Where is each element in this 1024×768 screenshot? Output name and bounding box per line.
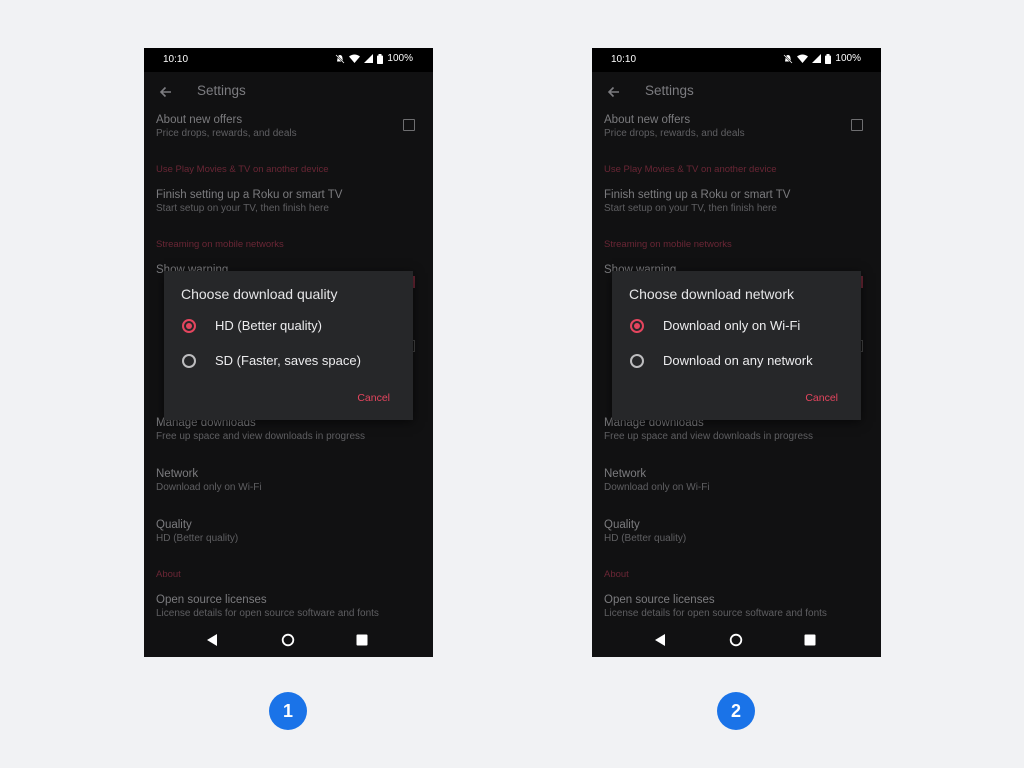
setting-quality[interactable]: Quality HD (Better quality) <box>156 518 396 545</box>
setting-roku[interactable]: Finish setting up a Roku or smart TV Sta… <box>156 188 396 215</box>
wifi-icon <box>349 54 361 63</box>
setting-title: Quality <box>604 519 640 531</box>
setting-subtitle: Download only on Wi-Fi <box>604 482 710 493</box>
setting-title: About new offers <box>156 114 243 126</box>
setting-network[interactable]: Network Download only on Wi-Fi <box>156 467 396 494</box>
setting-subtitle: Price drops, rewards, and deals <box>156 128 297 139</box>
setting-manage-downloads[interactable]: Manage downloads Free up space and view … <box>156 416 396 443</box>
setting-network[interactable]: Network Download only on Wi-Fi <box>604 467 844 494</box>
back-nav-icon[interactable] <box>204 632 220 648</box>
battery-percent: 100% <box>387 53 413 64</box>
setting-manage-downloads[interactable]: Manage downloads Free up space and view … <box>604 416 844 443</box>
home-nav-icon[interactable] <box>280 632 296 648</box>
arrow-back-icon[interactable] <box>604 82 624 102</box>
offers-checkbox[interactable] <box>403 119 415 131</box>
setting-about-offers[interactable]: About new offers Price drops, rewards, a… <box>604 113 844 140</box>
section-header-streaming: Streaming on mobile networks <box>156 239 284 250</box>
setting-title: Open source licenses <box>156 594 267 606</box>
section-header-about: About <box>604 569 629 580</box>
setting-subtitle: HD (Better quality) <box>604 533 687 544</box>
offers-checkbox[interactable] <box>851 119 863 131</box>
radio-option-hd[interactable]: HD (Better quality) <box>182 318 322 333</box>
section-header-device: Use Play Movies & TV on another device <box>156 164 329 175</box>
section-header-device: Use Play Movies & TV on another device <box>604 164 777 175</box>
setting-roku[interactable]: Finish setting up a Roku or smart TV Sta… <box>604 188 844 215</box>
back-nav-icon[interactable] <box>652 632 668 648</box>
radio-button[interactable] <box>182 353 196 368</box>
setting-quality[interactable]: Quality HD (Better quality) <box>604 518 844 545</box>
battery-percent: 100% <box>835 53 861 64</box>
status-icons: 100% <box>335 53 413 64</box>
radio-option-wifi-only[interactable]: Download only on Wi-Fi <box>630 318 800 333</box>
cell-signal-icon <box>364 54 374 63</box>
radio-option-sd[interactable]: SD (Faster, saves space) <box>182 353 361 368</box>
status-icons: 100% <box>783 53 861 64</box>
dialog-title: Choose download network <box>629 286 794 302</box>
status-time: 10:10 <box>163 54 189 65</box>
notifications-off-icon <box>783 53 793 64</box>
arrow-back-icon[interactable] <box>156 82 176 102</box>
dialog-title: Choose download quality <box>181 286 338 302</box>
home-nav-icon[interactable] <box>728 632 744 648</box>
notifications-off-icon <box>335 53 345 64</box>
wifi-icon <box>797 54 809 63</box>
step-badge-2: 2 <box>717 692 755 730</box>
setting-title: Quality <box>156 519 192 531</box>
radio-button-selected[interactable] <box>182 318 196 333</box>
recents-nav-icon[interactable] <box>802 632 818 648</box>
cell-signal-icon <box>812 54 822 63</box>
section-header-streaming: Streaming on mobile networks <box>604 239 732 250</box>
step-badge-1: 1 <box>269 692 307 730</box>
cancel-button[interactable]: Cancel <box>357 392 390 404</box>
page-title: Settings <box>197 83 246 98</box>
status-time: 10:10 <box>611 54 637 65</box>
nav-bar <box>592 624 881 657</box>
download-quality-dialog: Choose download quality HD (Better quali… <box>164 271 413 420</box>
radio-label: Download only on Wi-Fi <box>663 318 801 333</box>
setting-subtitle: Free up space and view downloads in prog… <box>604 431 814 442</box>
setting-about-offers[interactable]: About new offers Price drops, rewards, a… <box>156 113 396 140</box>
setting-subtitle: Download only on Wi-Fi <box>156 482 262 493</box>
setting-subtitle: License details for open source software… <box>604 608 827 619</box>
setting-subtitle: Start setup on your TV, then finish here <box>156 203 329 214</box>
setting-subtitle: Start setup on your TV, then finish here <box>604 203 777 214</box>
setting-title: Finish setting up a Roku or smart TV <box>604 189 791 201</box>
status-bar: 10:10 100% <box>592 48 881 72</box>
page-title: Settings <box>645 83 694 98</box>
setting-licenses[interactable]: Open source licenses License details for… <box>156 593 396 620</box>
setting-licenses[interactable]: Open source licenses License details for… <box>604 593 844 620</box>
recents-nav-icon[interactable] <box>354 632 370 648</box>
setting-subtitle: HD (Better quality) <box>156 533 239 544</box>
radio-label: HD (Better quality) <box>215 318 322 333</box>
battery-icon <box>825 53 832 64</box>
setting-subtitle: Price drops, rewards, and deals <box>604 128 745 139</box>
radio-label: SD (Faster, saves space) <box>215 353 361 368</box>
setting-subtitle: Free up space and view downloads in prog… <box>156 431 366 442</box>
nav-bar <box>144 624 433 657</box>
radio-option-any-network[interactable]: Download on any network <box>630 353 813 368</box>
phone-screen-1: 10:10 100% Settings About new offers Pri… <box>144 48 433 657</box>
app-bar: Settings <box>144 72 433 112</box>
setting-subtitle: License details for open source software… <box>156 608 379 619</box>
status-bar: 10:10 100% <box>144 48 433 72</box>
setting-title: Open source licenses <box>604 594 715 606</box>
radio-button-selected[interactable] <box>630 318 644 333</box>
setting-title: Network <box>604 468 647 480</box>
battery-icon <box>377 53 384 64</box>
download-network-dialog: Choose download network Download only on… <box>612 271 861 420</box>
setting-title: Finish setting up a Roku or smart TV <box>156 189 343 201</box>
phone-screen-2: 10:10 100% Settings About new offers Pri… <box>592 48 881 657</box>
radio-button[interactable] <box>630 353 644 368</box>
app-bar: Settings <box>592 72 881 112</box>
section-header-about: About <box>156 569 181 580</box>
cancel-button[interactable]: Cancel <box>805 392 838 404</box>
setting-title: About new offers <box>604 114 691 126</box>
radio-label: Download on any network <box>663 353 813 368</box>
setting-title: Network <box>156 468 199 480</box>
